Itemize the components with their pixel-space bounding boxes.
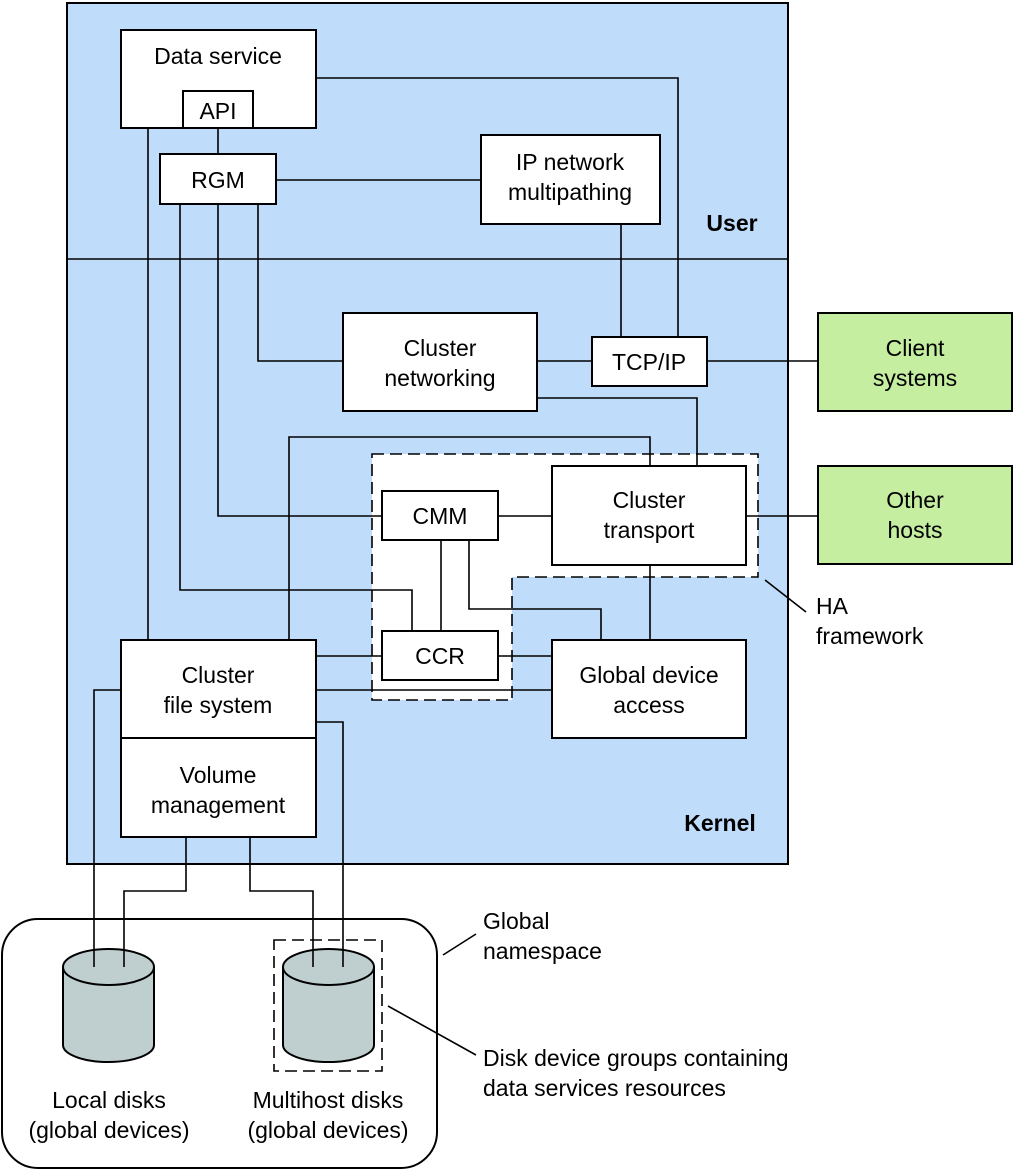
multihost-disk-icon	[282, 948, 375, 1063]
local-disk-icon	[62, 948, 155, 1063]
ha-framework-label: HA	[816, 593, 849, 619]
tcpip-box: TCP/IP	[591, 336, 708, 387]
ha-framework-label-2: framework	[816, 623, 924, 649]
cluster-transport-box: Cluster transport	[551, 465, 747, 566]
rgm-box: RGM	[159, 153, 277, 205]
svg-text:systems: systems	[873, 365, 957, 391]
user-label: User	[706, 210, 757, 236]
other-hosts-box: Other hosts	[817, 465, 1013, 565]
global-device-access-box: Global device access	[551, 639, 747, 739]
svg-text:Cluster: Cluster	[613, 487, 686, 513]
local-disks-sublabel: (global devices)	[28, 1117, 189, 1143]
svg-text:Data service: Data service	[154, 43, 282, 69]
svg-text:API: API	[199, 98, 236, 124]
svg-text:CMM: CMM	[413, 503, 468, 529]
svg-text:management: management	[151, 792, 286, 818]
multihost-disks-label: Multihost disks	[253, 1087, 404, 1113]
svg-text:CCR: CCR	[415, 643, 465, 669]
multihost-disks-sublabel: (global devices)	[247, 1117, 408, 1143]
cmm-box: CMM	[381, 490, 499, 541]
client-systems-box: Client systems	[817, 312, 1013, 412]
svg-text:TCP/IP: TCP/IP	[612, 349, 686, 375]
svg-text:file system: file system	[164, 692, 273, 718]
svg-text:RGM: RGM	[191, 167, 245, 193]
svg-text:Global device: Global device	[579, 662, 718, 688]
svg-text:Cluster: Cluster	[404, 335, 477, 361]
ip-multipathing-box: IP network multipathing	[480, 134, 661, 225]
cluster-networking-box: Cluster networking	[342, 312, 538, 412]
volume-management-box: Volume management	[120, 737, 317, 838]
disk-device-groups-label-2: data services resources	[483, 1075, 726, 1101]
svg-text:Other: Other	[886, 487, 944, 513]
svg-text:transport: transport	[604, 517, 695, 543]
global-namespace-label-2: namespace	[483, 938, 602, 964]
svg-text:Client: Client	[886, 335, 945, 361]
svg-text:multipathing: multipathing	[508, 179, 632, 205]
disk-device-groups-label: Disk device groups containing	[483, 1045, 789, 1071]
svg-text:networking: networking	[384, 365, 495, 391]
svg-text:hosts: hosts	[888, 517, 943, 543]
kernel-label: Kernel	[684, 810, 756, 836]
global-namespace-label: Global	[483, 908, 549, 934]
cluster-file-system-box: Cluster file system	[120, 639, 317, 739]
svg-text:Cluster: Cluster	[182, 662, 255, 688]
svg-text:access: access	[613, 692, 685, 718]
api-box: API	[182, 90, 254, 129]
ccr-box: CCR	[381, 630, 499, 681]
svg-text:Volume: Volume	[180, 762, 257, 788]
cluster-architecture-diagram: User Kernel Data service API RGM IP netw…	[1, 2, 1013, 1169]
svg-text:IP network: IP network	[516, 149, 625, 175]
local-disks-label: Local disks	[52, 1087, 166, 1113]
